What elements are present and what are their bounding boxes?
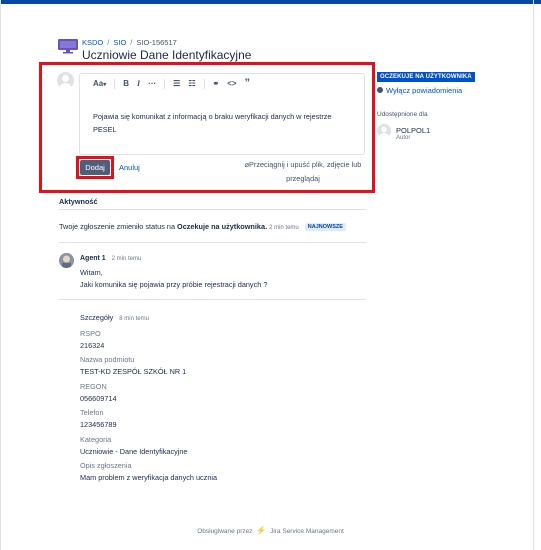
notifications-toggle[interactable]: Wyłącz powiadomienia	[377, 86, 462, 95]
details-field: RSPO 216324	[80, 329, 104, 350]
cancel-link[interactable]: Anuluj	[119, 163, 140, 172]
status-change-entry: Twoje zgłoszenie zmieniło status na Ocze…	[59, 222, 346, 231]
right-border	[533, 0, 534, 550]
field-label: Nazwa podmiotu	[80, 355, 135, 364]
bullet-list-icon[interactable]: ☰	[173, 79, 180, 88]
browse-link[interactable]: przeglądaj	[286, 174, 320, 183]
bold-icon[interactable]: B	[123, 79, 129, 88]
divider	[59, 299, 366, 300]
latest-badge: NAJNOWSZE	[304, 223, 346, 231]
jira-service-management-link[interactable]: Jira Service Management	[270, 528, 344, 535]
status-badge: OCZEKUJE NA UŻYTKOWNIKA	[377, 72, 475, 82]
field-value: Uczniowie - Dane Identyfikacyjne	[80, 447, 188, 456]
shared-with-label: Udostępnione dla	[377, 111, 428, 118]
code-icon[interactable]: <>	[227, 79, 236, 88]
editor-toolbar: Aa▾ B I ··· ☰ ☷ ⚭ <> ”	[93, 78, 258, 89]
jira-logo-icon: ⚡	[256, 526, 267, 535]
activity-heading: Aktywność	[59, 197, 98, 206]
drop-hint: Przeciągnij i upuść plik, zdjęcie lub	[249, 160, 362, 169]
details-heading: Szczegóły 8 min temu	[80, 313, 149, 322]
comment-body: Witam, Jaki komunika się pojawia przy pr…	[80, 268, 268, 289]
italic-icon[interactable]: I	[137, 79, 140, 88]
comment-time: 2 min temu	[111, 256, 142, 262]
comment-text[interactable]: Pojawia się komunikat z informacją o bra…	[93, 110, 355, 136]
field-label: REGON	[80, 382, 107, 391]
left-border	[0, 0, 1, 550]
page-title: Uczniowie Dane Identyfikacyjne	[82, 48, 252, 62]
agent-avatar	[59, 253, 74, 268]
add-button[interactable]: Dodaj	[80, 160, 110, 175]
comment-author: Agent 1 2 min temu	[80, 255, 142, 262]
breadcrumb-issue: SIO-156517	[136, 38, 177, 47]
field-value: Mam problem z weryfikacja danych ucznia	[80, 473, 218, 482]
timestamp: 2 min temu	[269, 225, 299, 231]
chevron-down-icon: ▾	[103, 82, 107, 89]
breadcrumb-project[interactable]: KSDO	[82, 38, 103, 47]
breadcrumb-service[interactable]: SIO	[113, 38, 126, 47]
field-label: Opis zgłoszenia	[80, 461, 132, 470]
field-label: Kategoria	[80, 435, 112, 444]
current-user-avatar	[57, 72, 74, 89]
divider	[59, 209, 366, 210]
link-icon[interactable]: ⚭	[213, 79, 220, 88]
eye-icon	[377, 87, 383, 93]
shared-user-role: Autor	[396, 135, 411, 141]
shared-user-name: POLPOL1	[396, 126, 431, 135]
details-field: Kategoria Uczniowie - Dane Identyfikacyj…	[80, 435, 187, 456]
field-value: 216324	[80, 341, 105, 350]
details-field: REGON 056609714	[80, 382, 117, 403]
field-value: 056609714	[80, 394, 117, 403]
field-label: RSPO	[80, 329, 101, 338]
field-value: 123456789	[80, 420, 117, 429]
attachment-dropzone[interactable]: ⌀Przeciągnij i upuść plik, zdjęcie lub p…	[236, 158, 370, 186]
shared-user-avatar	[377, 124, 391, 138]
text-style-dropdown[interactable]: Aa▾	[93, 79, 106, 88]
footer: Obsługiwane przez ⚡ Jira Service Managem…	[197, 526, 344, 535]
more-formatting-icon[interactable]: ···	[148, 79, 156, 88]
request-type-icon	[58, 39, 78, 54]
breadcrumb: KSDO / SIO / SIO-156517	[82, 38, 177, 47]
numbered-list-icon[interactable]: ☷	[188, 79, 195, 88]
details-field: Opis zgłoszenia Mam problem z weryfikacj…	[80, 461, 217, 482]
details-field: Telefon 123456789	[80, 408, 117, 429]
top-accent-bar	[0, 0, 541, 4]
details-time: 8 min temu	[119, 316, 149, 322]
field-label: Telefon	[80, 408, 104, 417]
divider	[59, 242, 366, 243]
field-value: TEST-KD ZESPÓŁ SZKÓŁ NR 1	[80, 367, 187, 376]
details-field: Nazwa podmiotu TEST-KD ZESPÓŁ SZKÓŁ NR 1	[80, 355, 186, 376]
quote-icon[interactable]: ”	[245, 78, 251, 89]
